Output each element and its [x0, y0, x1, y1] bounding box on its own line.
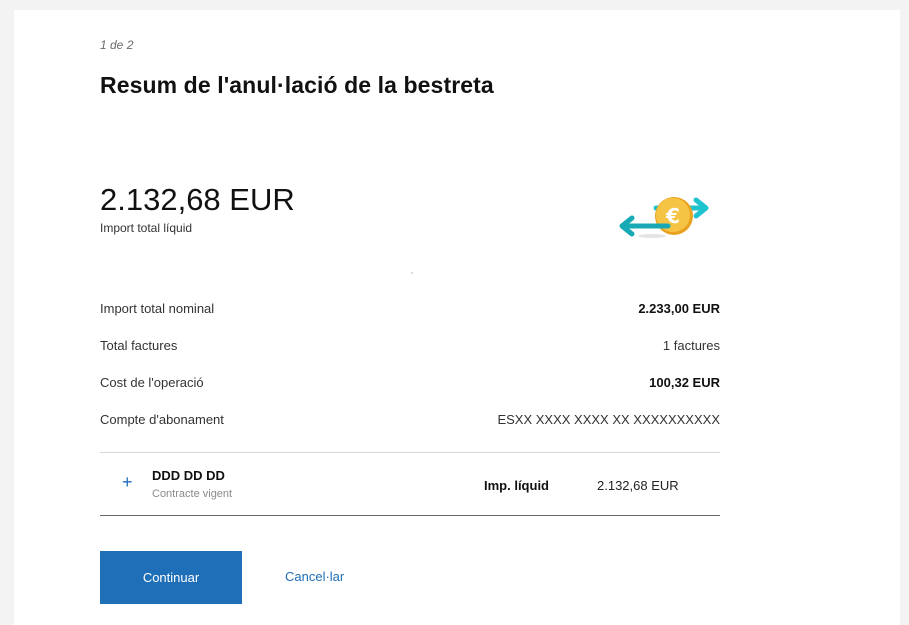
expand-plus-icon[interactable]: + [122, 472, 133, 492]
detail-value: 1 factures [662, 338, 720, 353]
detail-label: Import total nominal [100, 301, 215, 316]
step-indicator: 1 de 2 [100, 38, 134, 52]
contract-status: Contracte vigent [152, 488, 233, 500]
detail-label: Compte d'abonament [100, 412, 224, 427]
detail-label: Cost de l'operació [100, 375, 204, 390]
detail-row-cost: Cost de l'operació 100,32 EUR [100, 364, 720, 401]
detail-row-account: Compte d'abonament ESXX XXXX XXXX XX XXX… [100, 401, 720, 438]
euro-exchange-icon: € [619, 197, 709, 238]
detail-value: ESXX XXXX XXXX XX XXXXXXXXXX [497, 412, 720, 427]
detail-label: Total factures [100, 338, 178, 353]
page-title: Resum de l'anul·lació de la bestreta [100, 72, 494, 98]
details-list: Import total nominal 2.233,00 EUR Total … [100, 290, 720, 438]
detail-value: 100,32 EUR [649, 375, 720, 390]
summary-card: 1 de 2 Resum de l'anul·lació de la bestr… [14, 10, 900, 625]
separator-dot [411, 272, 413, 274]
total-amount: 2.132,68 EUR [100, 182, 295, 217]
contract-amount-label: Imp. líquid [484, 478, 549, 493]
contract-amount-value: 2.132,68 EUR [597, 478, 679, 493]
cancel-link[interactable]: Cancel·lar [285, 569, 344, 584]
contract-row[interactable]: + DDD DD DD Contracte vigent Imp. líquid… [100, 452, 720, 516]
detail-row-nominal: Import total nominal 2.233,00 EUR [100, 290, 720, 327]
continue-button[interactable]: Continuar [100, 551, 242, 604]
detail-value: 2.233,00 EUR [638, 301, 720, 316]
contract-name: DDD DD DD [152, 468, 225, 483]
total-amount-label: Import total líquid [100, 221, 193, 235]
detail-row-invoices: Total factures 1 factures [100, 327, 720, 364]
